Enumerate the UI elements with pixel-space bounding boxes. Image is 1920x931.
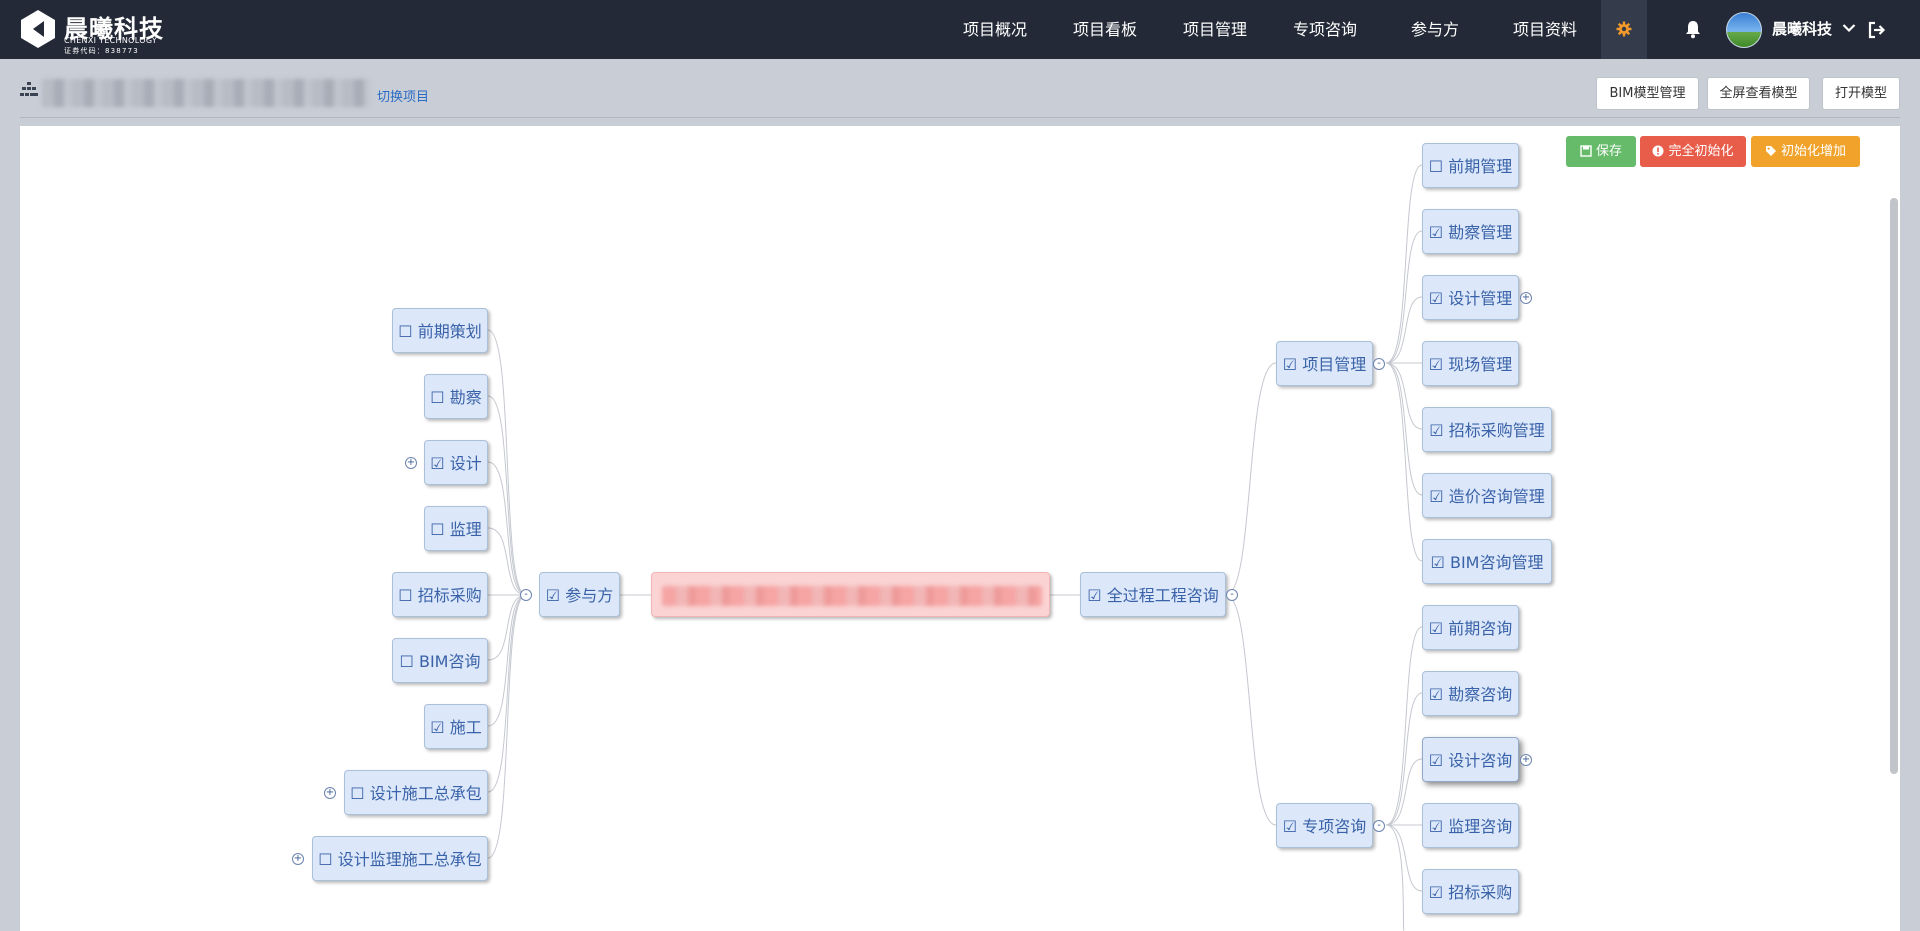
node-bidding-consult[interactable]: ☑ 招标采购 bbox=[1422, 869, 1519, 914]
full-reset-button[interactable]: 完全初始化 bbox=[1640, 136, 1746, 167]
reset-add-button[interactable]: 初始化增加 bbox=[1751, 136, 1860, 167]
save-icon bbox=[1580, 145, 1592, 157]
node-special-consult[interactable]: ☑ 专项咨询 bbox=[1276, 803, 1373, 848]
node-whole-process-consult[interactable]: ☑ 全过程工程咨询 bbox=[1080, 572, 1226, 617]
tag-icon bbox=[1765, 146, 1776, 156]
project-management-collapse-toggle[interactable]: - bbox=[1373, 358, 1385, 370]
node-cost-consult-management[interactable]: ☑ 造价咨询管理 bbox=[1422, 473, 1552, 518]
participants-collapse-toggle[interactable]: - bbox=[520, 589, 532, 601]
node-bidding-management[interactable]: ☑ 招标采购管理 bbox=[1422, 407, 1552, 452]
node-participants[interactable]: ☑ 参与方 bbox=[539, 572, 620, 617]
design-expand-toggle[interactable]: + bbox=[405, 457, 417, 469]
node-early-planning[interactable]: ☐ 前期策划 bbox=[392, 308, 488, 353]
node-design-supervision-build-epc[interactable]: ☐ 设计监理施工总承包 bbox=[312, 836, 488, 881]
node-early-consult[interactable]: ☑ 前期咨询 bbox=[1422, 605, 1519, 650]
save-label: 保存 bbox=[1595, 144, 1622, 159]
full-reset-label: 完全初始化 bbox=[1668, 144, 1734, 159]
node-supervision-consult[interactable]: ☑ 监理咨询 bbox=[1422, 803, 1519, 848]
node-site-management[interactable]: ☑ 现场管理 bbox=[1422, 341, 1519, 386]
node-project-management[interactable]: ☑ 项目管理 bbox=[1276, 341, 1373, 386]
node-design-consult[interactable]: ☑ 设计咨询 bbox=[1422, 737, 1519, 782]
special-consult-collapse-toggle[interactable]: - bbox=[1373, 820, 1385, 832]
node-bim-consult-management[interactable]: ☑ BIM咨询管理 bbox=[1422, 539, 1552, 584]
node-design-management[interactable]: ☑ 设计管理 bbox=[1422, 275, 1519, 320]
node-early-management[interactable]: ☐ 前期管理 bbox=[1422, 143, 1519, 188]
node-survey-management[interactable]: ☑ 勘察管理 bbox=[1422, 209, 1519, 254]
node-survey[interactable]: ☐ 勘察 bbox=[424, 374, 488, 419]
save-button[interactable]: 保存 bbox=[1566, 136, 1636, 167]
node-survey-consult[interactable]: ☑ 勘察咨询 bbox=[1422, 671, 1519, 716]
design-consult-expand-toggle[interactable]: + bbox=[1520, 754, 1532, 766]
root-name-redacted bbox=[662, 586, 1042, 606]
root-node[interactable] bbox=[651, 572, 1050, 617]
node-supervision[interactable]: ☐ 监理 bbox=[424, 506, 488, 551]
node-design-build-epc[interactable]: ☐ 设计施工总承包 bbox=[344, 770, 488, 815]
design-supervision-build-expand-toggle[interactable]: + bbox=[292, 853, 304, 865]
canvas-scrollbar[interactable] bbox=[1890, 198, 1898, 774]
reset-add-label: 初始化增加 bbox=[1780, 144, 1846, 159]
node-bim-consult[interactable]: ☐ BIM咨询 bbox=[392, 638, 488, 683]
consult-collapse-toggle[interactable]: - bbox=[1226, 589, 1238, 601]
node-construction[interactable]: ☑ 施工 bbox=[424, 704, 488, 749]
node-bidding[interactable]: ☐ 招标采购 bbox=[392, 572, 488, 617]
design-build-expand-toggle[interactable]: + bbox=[324, 787, 336, 799]
exclamation-circle-icon bbox=[1652, 145, 1664, 157]
design-management-expand-toggle[interactable]: + bbox=[1520, 292, 1532, 304]
node-design[interactable]: ☑ 设计 bbox=[424, 440, 488, 485]
